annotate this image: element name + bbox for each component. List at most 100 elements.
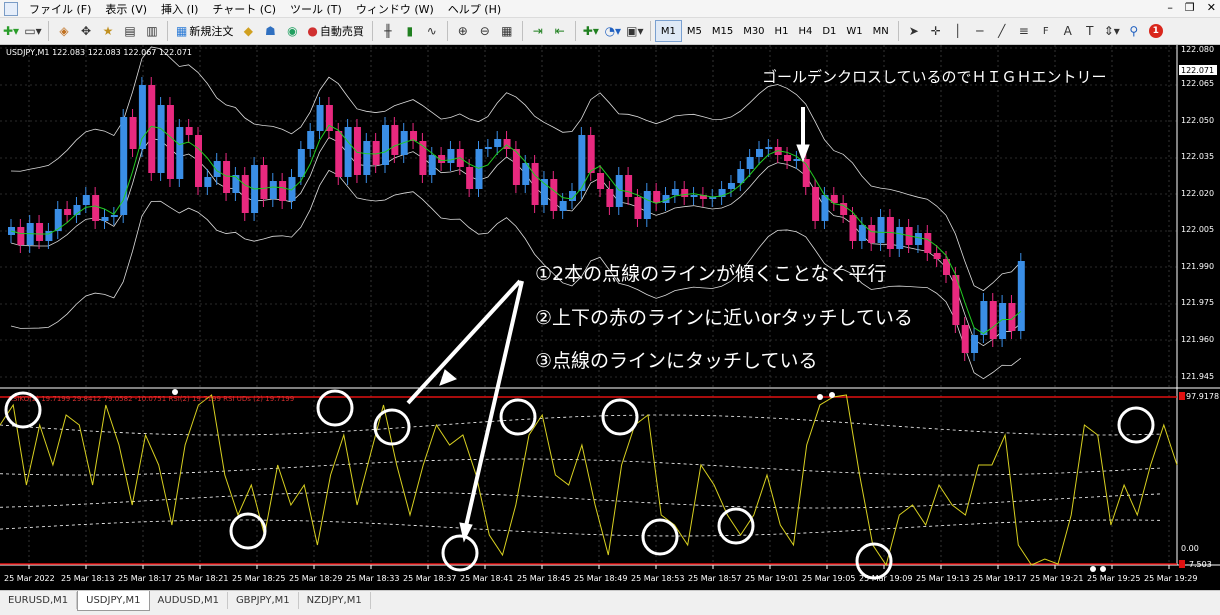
search-icon[interactable]: ⚲	[1124, 21, 1144, 41]
templates-icon[interactable]: ▣▾	[625, 21, 645, 41]
periods-icon[interactable]: ◔▾	[603, 21, 623, 41]
zoom-in-icon[interactable]: ⊕	[453, 21, 473, 41]
peak-dot	[172, 389, 178, 395]
candle-body	[101, 217, 109, 221]
timeframe-w1[interactable]: W1	[841, 21, 867, 41]
candle-body	[484, 147, 492, 149]
horizontal-line-icon[interactable]: ─	[970, 21, 990, 41]
tab-gbpjpy[interactable]: GBPJPY,M1	[228, 592, 299, 609]
text-icon[interactable]: A	[1058, 21, 1078, 41]
timeframe-m5[interactable]: M5	[682, 21, 707, 41]
signals-icon[interactable]: ☗	[260, 21, 280, 41]
price-label: 121.960	[1181, 335, 1214, 344]
highlight-circle	[316, 389, 354, 427]
channel-icon[interactable]: ≡	[1014, 21, 1034, 41]
timeframe-mn[interactable]: MN	[868, 21, 894, 41]
price-label: 121.990	[1181, 262, 1214, 271]
note-dotted-line-touch: ③点線のラインにタッチしている	[535, 350, 817, 372]
profiles-icon[interactable]: ▭▾	[23, 21, 43, 41]
indicator-scale-bottom: -7.503	[1186, 560, 1212, 569]
timeframe-m1[interactable]: M1	[654, 20, 682, 42]
current-price: 122.071	[1181, 66, 1214, 75]
minimize-icon[interactable]: –	[1167, 1, 1173, 14]
indicators-icon[interactable]: ✚▾	[581, 21, 601, 41]
trough-dot	[1090, 566, 1096, 572]
highlight-circles	[4, 389, 1155, 580]
navigator-icon[interactable]: ★	[98, 21, 118, 41]
rsi-dotted-band	[0, 458, 1161, 476]
cursor-icon[interactable]: ➤	[904, 21, 924, 41]
menu-file[interactable]: ファイル (F)	[22, 1, 98, 17]
candle-body	[241, 175, 249, 213]
tab-eurusd[interactable]: EURUSD,M1	[0, 592, 78, 609]
timeframe-m15[interactable]: M15	[707, 21, 738, 41]
tab-nzdjpy[interactable]: NZDJPY,M1	[299, 592, 371, 609]
price-label: 122.035	[1181, 152, 1214, 161]
candle-body	[597, 173, 605, 189]
tile-windows-icon[interactable]: ▦	[497, 21, 517, 41]
menu-tools[interactable]: ツール (T)	[283, 1, 349, 17]
timeframe-h4[interactable]: H4	[793, 21, 817, 41]
crosshair-icon[interactable]: ✛	[926, 21, 946, 41]
menu-help[interactable]: ヘルプ (H)	[441, 1, 508, 17]
fibonacci-icon[interactable]: F	[1036, 21, 1056, 41]
auto-scroll-icon[interactable]: ⇥	[528, 21, 548, 41]
zoom-out-icon[interactable]: ⊖	[475, 21, 495, 41]
candle-body	[625, 175, 633, 197]
candle-body	[92, 195, 100, 221]
tester-icon[interactable]: ▥	[142, 21, 162, 41]
menu-chart[interactable]: チャート (C)	[205, 1, 283, 17]
notifications-button[interactable]: 1	[1146, 21, 1166, 41]
new-chart-icon[interactable]: ✚▾	[1, 21, 21, 41]
arrows-icon[interactable]: ⇕▾	[1102, 21, 1122, 41]
new-order-button[interactable]: ▦ 新規注文	[173, 21, 236, 41]
chart-shift-icon[interactable]: ⇤	[550, 21, 570, 41]
app-icon	[4, 1, 18, 16]
candle-body	[961, 325, 969, 353]
time-label: 25 Mar 18:49	[574, 574, 627, 583]
market-icon[interactable]: ◉	[282, 21, 302, 41]
terminal-icon[interactable]: ▤	[120, 21, 140, 41]
new-order-icon: ▦	[176, 24, 188, 38]
chart-canvas[interactable]: USDJPY,M1 122.083 122.083 122.067 122.07…	[0, 45, 1220, 590]
toolbar-separator	[521, 21, 523, 41]
highlight-circle	[1117, 406, 1155, 444]
auto-trade-button[interactable]: ● 自動売買	[304, 21, 366, 41]
restore-icon[interactable]: ❐	[1185, 1, 1195, 14]
candle-chart-icon[interactable]: ▮	[400, 21, 420, 41]
timeframe-m30[interactable]: M30	[738, 21, 769, 41]
candle-body	[868, 225, 876, 243]
data-window-icon[interactable]: ✥	[76, 21, 96, 41]
text-label-icon[interactable]: T	[1080, 21, 1100, 41]
bar-chart-icon[interactable]: ╫	[378, 21, 398, 41]
candle-body	[765, 147, 773, 149]
line-chart-icon[interactable]: ∿	[422, 21, 442, 41]
time-label: 25 Mar 18:41	[460, 574, 513, 583]
timeframe-h1[interactable]: H1	[770, 21, 794, 41]
notification-badge: 1	[1148, 24, 1163, 38]
tab-audusd[interactable]: AUDUSD,M1	[150, 592, 228, 609]
candle-body	[559, 201, 567, 211]
menu-window[interactable]: ウィンドウ (W)	[349, 1, 441, 17]
menu-insert[interactable]: 挿入 (I)	[154, 1, 205, 17]
market-watch-icon[interactable]: ◈	[54, 21, 74, 41]
tab-usdjpy[interactable]: USDJPY,M1	[77, 591, 150, 611]
menu-view[interactable]: 表示 (V)	[98, 1, 154, 17]
timeframe-d1[interactable]: D1	[817, 21, 841, 41]
metaeditor-icon[interactable]: ◆	[238, 21, 258, 41]
vertical-line-icon[interactable]: │	[948, 21, 968, 41]
chart-area[interactable]: USDJPY,M1 122.083 122.083 122.067 122.07…	[0, 45, 1220, 590]
close-icon[interactable]: ✕	[1207, 1, 1216, 14]
candle-body	[971, 335, 979, 353]
trendline-icon[interactable]: ╱	[992, 21, 1012, 41]
time-label: 25 Mar 18:17	[118, 574, 171, 583]
candle-body	[82, 195, 90, 205]
price-label-top: 122.080	[1181, 45, 1214, 54]
rsi-dotted-band	[0, 519, 1161, 537]
time-label: 25 Mar 19:29	[1144, 574, 1197, 583]
candle-body	[802, 159, 810, 187]
candle-body	[260, 165, 268, 199]
candle-body	[858, 225, 866, 241]
highlight-circle	[229, 512, 267, 550]
candle-body	[550, 179, 558, 211]
